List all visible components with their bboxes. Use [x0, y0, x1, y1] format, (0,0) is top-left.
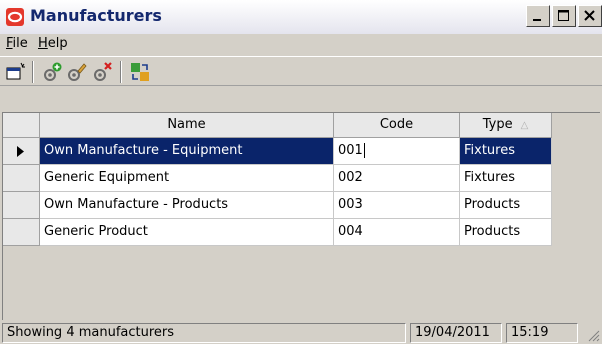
grid-body: Name Code Type △ Own Manufacture - Equipm…	[3, 113, 601, 327]
cell-type[interactable]: Fixtures	[460, 138, 552, 165]
table-row[interactable]: Generic Equipment 002 Fixtures	[3, 165, 601, 192]
row-selector[interactable]	[3, 165, 40, 192]
cell-name[interactable]: Own Manufacture - Products	[40, 192, 334, 219]
delete-manufacturer-button[interactable]	[90, 60, 114, 84]
row-selector[interactable]	[3, 192, 40, 219]
table-row[interactable]: Own Manufacture - Equipment 001 Fixtures	[3, 138, 601, 165]
menu-help-label-rest: elp	[47, 36, 68, 51]
cell-code[interactable]: 003	[334, 192, 460, 219]
title-bar[interactable]: Manufacturers	[0, 0, 602, 34]
toolbar	[0, 56, 602, 86]
maximize-button[interactable]	[552, 5, 576, 27]
refresh-sync-icon	[131, 63, 149, 81]
menu-help[interactable]: Help	[38, 36, 68, 51]
status-date: 19/04/2011	[410, 323, 502, 343]
column-header-name[interactable]: Name	[40, 113, 334, 138]
menu-help-accelerator: H	[38, 36, 48, 51]
add-manufacturer-icon	[44, 62, 62, 81]
cell-type[interactable]: Products	[460, 219, 552, 246]
close-button[interactable]	[578, 5, 602, 27]
column-header-type[interactable]: Type △	[460, 113, 552, 138]
app-logo-icon	[6, 8, 24, 26]
table-row[interactable]: Own Manufacture - Products 003 Products	[3, 192, 601, 219]
row-header-corner	[3, 113, 40, 138]
cell-code[interactable]: 004	[334, 219, 460, 246]
current-row-indicator-icon	[17, 146, 24, 157]
text-caret	[363, 143, 365, 158]
delete-manufacturer-icon	[94, 62, 112, 81]
status-time: 15:19	[506, 323, 578, 343]
row-selector[interactable]	[3, 138, 40, 165]
window-title: Manufacturers	[30, 6, 162, 25]
column-header-name-label: Name	[167, 117, 206, 132]
minimize-icon	[533, 19, 541, 21]
menu-file[interactable]: File	[6, 36, 28, 51]
manufacturers-window: Manufacturers File Help Name Code Type △…	[0, 0, 602, 344]
status-bar: Showing 4 manufacturers 19/04/2011 15:19	[0, 320, 602, 344]
cell-type[interactable]: Products	[460, 192, 552, 219]
column-header-code[interactable]: Code	[334, 113, 460, 138]
grid-header: Name Code Type △	[3, 113, 601, 138]
table-row[interactable]: Generic Product 004 Products	[3, 219, 601, 246]
window-properties-button[interactable]	[4, 60, 28, 84]
menu-bar: File Help	[0, 34, 602, 56]
minimize-button[interactable]	[526, 5, 550, 27]
row-selector[interactable]	[3, 219, 40, 246]
toolbar-separator	[120, 61, 122, 83]
column-header-code-label: Code	[379, 117, 414, 132]
edit-manufacturer-icon	[68, 63, 87, 81]
resize-grip-icon[interactable]	[586, 328, 600, 342]
menu-file-label-rest: ile	[12, 36, 28, 51]
cell-code[interactable]: 002	[334, 165, 460, 192]
window-properties-icon	[6, 62, 25, 80]
cell-type[interactable]: Fixtures	[460, 165, 552, 192]
cell-code-value: 001	[338, 143, 363, 158]
sort-ascending-icon: △	[520, 120, 529, 131]
column-header-type-label: Type	[482, 117, 513, 132]
cell-code-editor[interactable]: 001	[334, 138, 460, 165]
cell-name[interactable]: Own Manufacture - Equipment	[40, 138, 334, 165]
refresh-button[interactable]	[128, 60, 152, 84]
cell-name[interactable]: Generic Equipment	[40, 165, 334, 192]
cell-name[interactable]: Generic Product	[40, 219, 334, 246]
window-controls	[524, 5, 602, 27]
add-manufacturer-button[interactable]	[40, 60, 64, 84]
status-message: Showing 4 manufacturers	[2, 323, 406, 343]
edit-manufacturer-button[interactable]	[64, 60, 88, 84]
manufacturers-grid: Name Code Type △ Own Manufacture - Equipm…	[2, 112, 601, 328]
close-icon	[584, 10, 595, 21]
toolbar-separator	[32, 61, 34, 83]
maximize-icon	[558, 10, 569, 21]
